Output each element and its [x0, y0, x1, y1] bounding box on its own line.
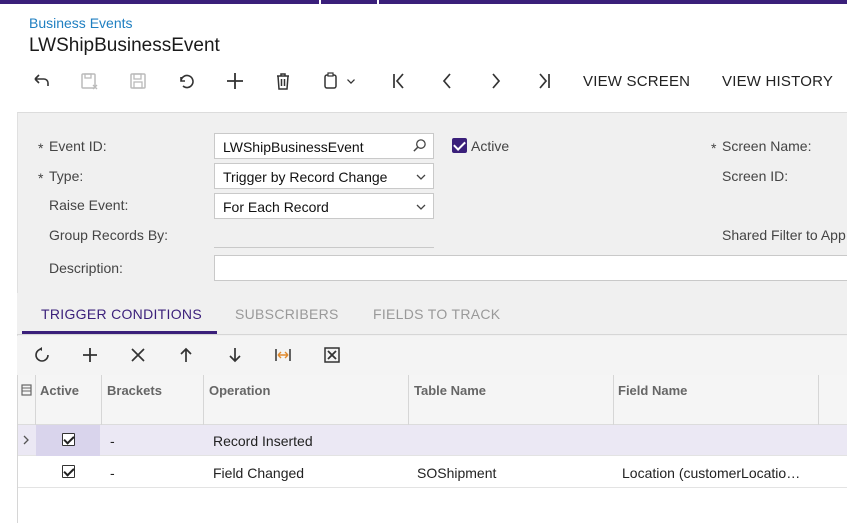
row-active-checkbox[interactable]	[62, 465, 75, 478]
active-tab-indicator	[22, 331, 217, 334]
page-title: LWShipBusinessEvent	[29, 35, 220, 56]
save-close-icon[interactable]	[76, 68, 102, 94]
table-name-cell[interactable]: SOShipment	[417, 465, 496, 481]
view-screen-button[interactable]: VIEW SCREEN	[583, 73, 690, 90]
operation-cell[interactable]: Record Inserted	[213, 433, 313, 449]
add-icon[interactable]	[222, 68, 248, 94]
chevron-down-icon	[415, 200, 427, 216]
grid-header: Active Brackets Operation Table Name Fie…	[18, 375, 847, 425]
shared-filter-label: Shared Filter to App	[722, 227, 846, 243]
copy-paste-icon[interactable]	[318, 68, 344, 94]
export-excel-icon[interactable]	[321, 344, 343, 366]
tab-subscribers[interactable]: SUBSCRIBERS	[235, 306, 339, 322]
trigger-conditions-grid: Active Brackets Operation Table Name Fie…	[17, 375, 847, 523]
required-marker: *	[38, 140, 44, 156]
field-name-cell[interactable]: Location (customerLocatio…	[622, 465, 800, 481]
table-row[interactable]: - Record Inserted	[18, 425, 847, 456]
first-icon[interactable]	[386, 68, 412, 94]
screen-name-label: Screen Name:	[722, 138, 812, 154]
event-id-value: LWShipBusinessEvent	[223, 139, 364, 155]
table-row[interactable]: - Field Changed SOShipment Location (cus…	[18, 457, 847, 488]
main-toolbar: VIEW SCREEN VIEW HISTORY	[28, 68, 847, 96]
breadcrumb[interactable]: Business Events	[29, 15, 133, 31]
column-header-operation[interactable]: Operation	[209, 383, 270, 398]
previous-icon[interactable]	[434, 68, 460, 94]
column-header-active[interactable]: Active	[40, 383, 79, 398]
top-accent-bar	[0, 0, 847, 4]
operation-cell[interactable]: Field Changed	[213, 465, 304, 481]
tab-fields-to-track[interactable]: FIELDS TO TRACK	[373, 306, 500, 322]
row-active-checkbox[interactable]	[62, 433, 75, 446]
undo-arrow-icon[interactable]	[28, 68, 54, 94]
last-icon[interactable]	[531, 68, 557, 94]
required-marker: *	[711, 140, 717, 156]
description-label: Description:	[49, 260, 123, 276]
fit-columns-icon[interactable]	[272, 344, 294, 366]
column-settings-icon[interactable]	[21, 383, 32, 401]
type-value: Trigger by Record Change	[223, 169, 388, 185]
active-label: Active	[471, 138, 510, 154]
move-up-icon[interactable]	[175, 344, 197, 366]
group-records-label: Group Records By:	[49, 227, 169, 243]
delete-row-icon[interactable]	[127, 344, 149, 366]
column-header-table-name[interactable]: Table Name	[414, 383, 486, 398]
column-header-field-name[interactable]: Field Name	[618, 383, 687, 398]
tab-trigger-conditions[interactable]: TRIGGER CONDITIONS	[41, 306, 202, 322]
view-history-button[interactable]: VIEW HISTORY	[722, 73, 833, 90]
next-icon[interactable]	[483, 68, 509, 94]
type-label: Type:	[49, 168, 84, 184]
search-icon[interactable]	[412, 138, 427, 156]
refresh-icon[interactable]	[31, 344, 53, 366]
cancel-icon[interactable]	[173, 68, 199, 94]
move-down-icon[interactable]	[224, 344, 246, 366]
event-id-field[interactable]: LWShipBusinessEvent	[214, 133, 434, 159]
add-row-icon[interactable]	[79, 344, 101, 366]
tab-bar: TRIGGER CONDITIONS SUBSCRIBERS FIELDS TO…	[17, 293, 847, 335]
save-icon[interactable]	[125, 68, 151, 94]
type-select[interactable]: Trigger by Record Change	[214, 163, 434, 189]
grid-toolbar	[17, 336, 847, 375]
chevron-down-icon[interactable]	[344, 68, 358, 94]
delete-icon[interactable]	[270, 68, 296, 94]
group-records-field[interactable]	[214, 247, 434, 248]
event-id-label: Event ID:	[49, 138, 107, 154]
row-expand-icon[interactable]	[21, 433, 31, 451]
raise-event-select[interactable]: For Each Record	[214, 193, 434, 219]
chevron-down-icon	[415, 170, 427, 186]
description-field[interactable]	[214, 255, 847, 281]
brackets-cell[interactable]: -	[110, 465, 115, 481]
required-marker: *	[38, 170, 44, 186]
raise-event-value: For Each Record	[223, 199, 329, 215]
screen-id-label: Screen ID:	[722, 168, 789, 184]
raise-event-label: Raise Event:	[49, 197, 129, 213]
brackets-cell[interactable]: -	[110, 433, 115, 449]
column-header-brackets[interactable]: Brackets	[107, 383, 162, 398]
active-checkbox[interactable]	[452, 138, 467, 153]
